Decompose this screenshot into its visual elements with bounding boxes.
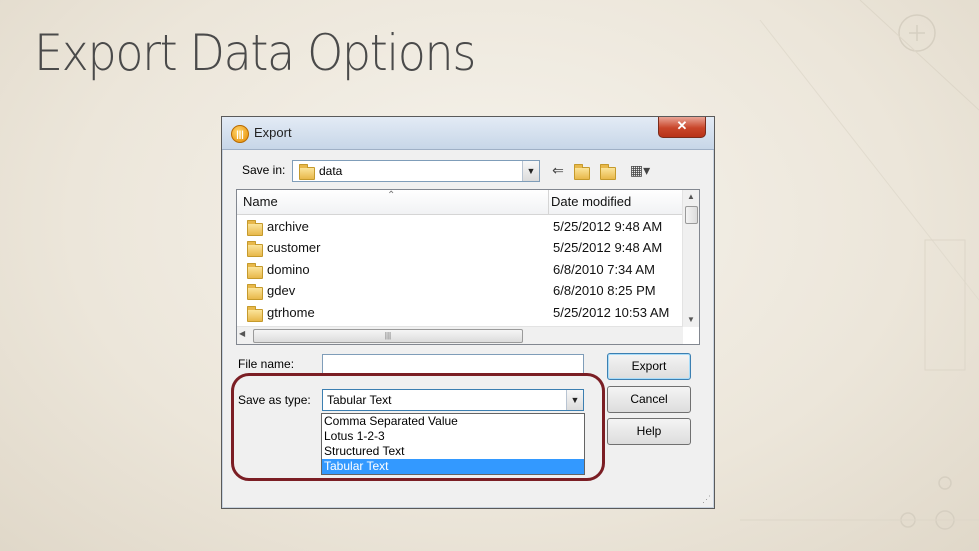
dialog-titlebar[interactable]: ||| Export ✕ — [222, 117, 714, 150]
back-icon[interactable]: ⇐ — [548, 160, 568, 180]
close-button[interactable]: ✕ — [658, 117, 706, 138]
callout-highlight — [231, 373, 605, 481]
file-date: 5/25/2012 9:48 AM — [553, 219, 663, 234]
folder-icon — [247, 220, 263, 237]
list-item[interactable]: archive 5/25/2012 9:48 AM — [237, 217, 683, 238]
vertical-scrollbar[interactable]: ▲ ▼ — [682, 190, 699, 327]
file-name-label: File name: — [238, 357, 295, 371]
file-name: domino — [267, 262, 310, 277]
folder-icon — [247, 263, 263, 280]
save-in-label: Save in: — [242, 163, 286, 177]
export-button[interactable]: Export — [607, 353, 691, 380]
column-header-date[interactable]: Date modified — [549, 190, 685, 215]
dialog-title: Export — [254, 125, 292, 140]
list-item[interactable]: gtrhome 5/25/2012 10:53 AM — [237, 303, 683, 324]
file-date: 5/25/2012 9:48 AM — [553, 240, 663, 255]
column-header-name[interactable]: Name ⌃ — [237, 190, 549, 215]
scroll-down-icon[interactable]: ▼ — [683, 313, 699, 327]
slide-title: Export Data Options — [34, 24, 476, 82]
list-item[interactable]: customer 5/25/2012 9:48 AM — [237, 238, 683, 259]
folder-icon — [247, 284, 263, 301]
folder-icon — [247, 306, 263, 323]
scroll-left-icon[interactable]: ◀ — [239, 329, 245, 338]
file-list[interactable]: Name ⌃ Date modified archive 5/25/2012 9… — [236, 189, 700, 345]
scroll-thumb[interactable]: ||| — [253, 329, 523, 343]
scroll-thumb[interactable] — [685, 206, 698, 224]
save-in-combo[interactable]: data ▼ — [292, 160, 540, 182]
cancel-button[interactable]: Cancel — [607, 386, 691, 413]
resize-grip-icon[interactable]: ⋰ — [702, 494, 711, 505]
file-date: 6/8/2010 8:25 PM — [553, 283, 656, 298]
file-name: archive — [267, 219, 309, 234]
horizontal-scrollbar[interactable]: ◀ ||| — [237, 326, 683, 344]
save-in-value: data — [319, 164, 343, 178]
file-name: gdev — [267, 283, 296, 298]
file-name: customer — [267, 240, 321, 255]
scroll-up-icon[interactable]: ▲ — [683, 190, 699, 204]
column-name-label: Name — [243, 194, 278, 209]
list-item[interactable]: domino 6/8/2010 7:34 AM — [237, 260, 683, 281]
chevron-down-icon[interactable]: ▼ — [522, 161, 539, 181]
view-menu-icon[interactable]: ▦▾ — [625, 160, 655, 180]
help-button[interactable]: Help — [607, 418, 691, 445]
folder-icon — [299, 164, 315, 183]
new-folder-icon[interactable] — [598, 160, 618, 180]
folder-icon — [247, 241, 263, 258]
file-date: 5/25/2012 10:53 AM — [553, 305, 670, 320]
up-folder-icon[interactable] — [572, 160, 592, 180]
file-name: gtrhome — [267, 305, 315, 320]
app-icon: ||| — [231, 125, 249, 143]
column-date-label: Date modified — [551, 194, 632, 209]
file-date: 6/8/2010 7:34 AM — [553, 262, 655, 277]
list-item[interactable]: gdev 6/8/2010 8:25 PM — [237, 281, 683, 302]
sort-icon: ⌃ — [387, 190, 396, 201]
